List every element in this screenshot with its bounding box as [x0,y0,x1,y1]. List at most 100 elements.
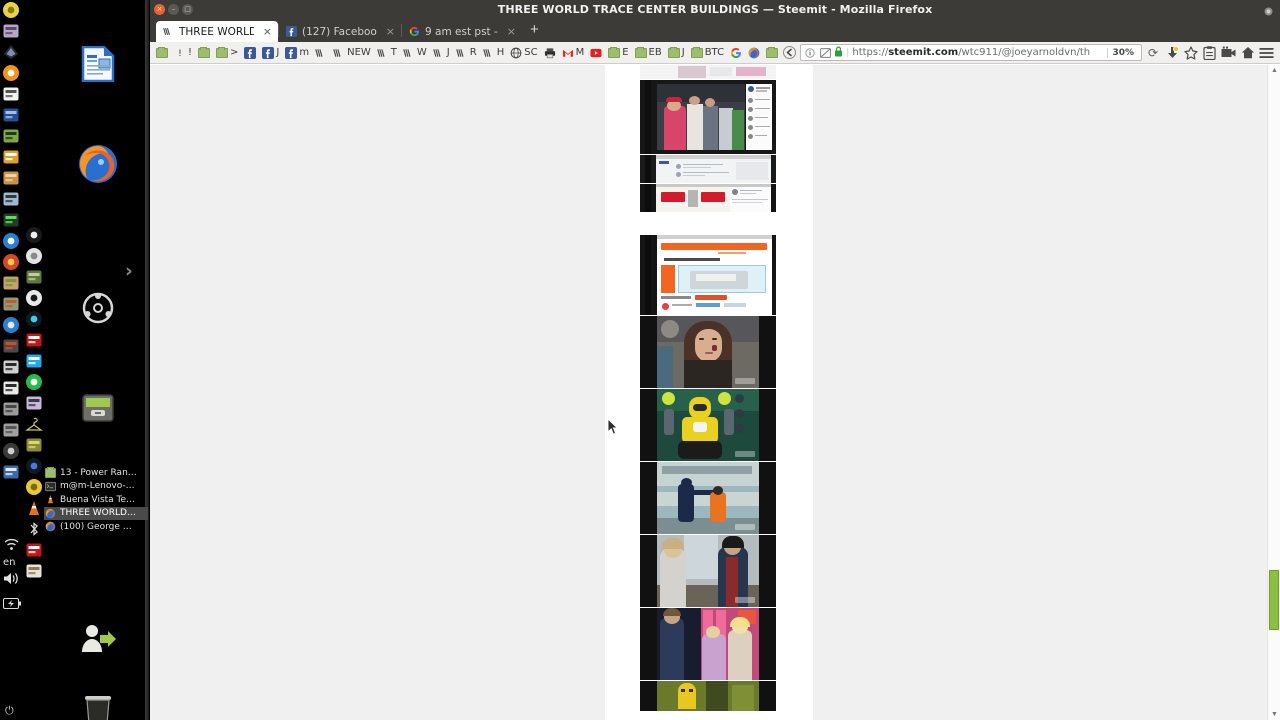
media-player-icon[interactable] [1,231,21,251]
bookmark-item[interactable]: J [259,43,282,62]
bookmark-item[interactable]: G [763,43,780,62]
scanner-icon[interactable] [1,420,21,440]
screen-lock-icon[interactable] [1,357,21,377]
scroll-down-arrow-icon[interactable]: ▼ [1271,711,1278,718]
bitcoin-icon[interactable] [1,63,21,83]
embedded-screenshot-thumb[interactable] [640,235,776,315]
chromium-icon[interactable] [1,315,21,335]
files-manager-icon[interactable] [74,384,122,432]
window-list-item[interactable]: 13 - Power Ran… [44,466,148,480]
vlc-cone-icon[interactable] [24,498,44,518]
bookmark-item[interactable]: m [282,43,312,62]
ubuntu-software-icon[interactable] [74,284,122,332]
bookmark-item[interactable] [727,43,745,62]
moon-globe-icon[interactable] [24,246,44,266]
text-editor-icon[interactable] [1,84,21,104]
library-icon[interactable] [1200,44,1219,62]
react-atom-icon[interactable] [24,309,44,329]
tab-close-button[interactable]: × [259,25,272,38]
bookmark-item[interactable]: T [374,43,400,62]
bookmark-item[interactable]: M [559,43,588,62]
network-card-icon[interactable] [24,267,44,287]
bluetooth-icon[interactable] [24,519,44,539]
page-scrollbar[interactable]: ▲ ▼ [1267,65,1280,720]
power-icon[interactable]: ⏻ [5,705,14,718]
mega-cloud-icon[interactable] [24,351,44,371]
browser-tab[interactable]: 9 am est pst - Google S × [402,21,522,42]
shotwell-icon[interactable] [1,378,21,398]
bookmark-item[interactable] [587,43,605,62]
clothes-hanger-icon[interactable] [24,414,44,434]
bookmark-item[interactable]: R [453,43,480,62]
slider-settings-icon[interactable] [1,462,21,482]
bookmark-item[interactable]: SC [507,43,540,62]
info-icon[interactable] [804,45,816,60]
telegram-icon[interactable] [24,372,44,392]
embedded-video-still[interactable] [640,535,776,607]
tab-close-button[interactable]: × [382,25,395,38]
embedded-screenshot-thumb[interactable] [640,184,776,212]
terminal-green-icon[interactable] [1,126,21,146]
shield-icon[interactable] [819,45,831,60]
browser-tab[interactable]: THREE WORLD TRACE × [156,21,278,42]
scrollbar-thumb[interactable] [1269,570,1279,631]
window-tray-indicator-icon[interactable] [1263,4,1274,16]
volume-icon[interactable] [3,572,20,590]
bookmark-item[interactable]: J [430,43,453,62]
bookmark-item[interactable]: EB [632,43,665,62]
mesh-chat-icon[interactable] [1,21,21,41]
embedded-screenshot-thumb[interactable] [640,65,776,79]
bookmark-item[interactable]: !! [171,43,195,62]
embedded-video-still[interactable] [640,681,776,711]
smiley-yellow-icon[interactable] [24,477,44,497]
maximize-window-button[interactable]: □ [182,4,193,15]
keyboard-layout-indicator[interactable]: en [3,557,16,568]
bookmark-item[interactable] [745,43,763,62]
obs-studio-icon[interactable] [24,225,44,245]
page-viewport[interactable]: ▲ ▼ [150,65,1280,720]
embedded-screenshot-thumb[interactable] [640,80,776,154]
filezilla-icon[interactable] [24,330,44,350]
printer-icon[interactable] [1,399,21,419]
smiley-face-icon[interactable] [1,0,21,20]
home-icon[interactable] [1238,44,1257,62]
deluge-icon[interactable] [1,336,21,356]
browser-tab[interactable]: (127) Facebook × [279,21,401,42]
bookmark-item[interactable] [195,43,213,62]
close-window-button[interactable]: × [154,4,165,15]
embedded-screenshot-thumb[interactable] [640,155,776,183]
bookmark-item[interactable]: W [400,43,430,62]
bookmark-item[interactable] [312,43,330,62]
calculator-icon[interactable] [1,105,21,125]
trash-bin-icon[interactable] [74,684,122,720]
minimize-window-button[interactable]: – [168,4,179,15]
reload-button[interactable]: ⟳ [1144,44,1162,62]
screenshot-camera-icon[interactable] [1,189,21,209]
back-button[interactable] [780,44,798,62]
zoom-level-badge[interactable]: 30% [1107,47,1138,58]
audacity-icon[interactable] [1,252,21,272]
window-list-item[interactable]: (100) George … [44,520,148,534]
bookmark-item[interactable] [541,43,559,62]
wifi-icon[interactable] [4,537,19,555]
logout-user-icon[interactable] [74,614,122,662]
disk-utility-icon[interactable] [24,393,44,413]
webcam-icon[interactable] [24,288,44,308]
bookmark-item[interactable]: E [605,43,631,62]
color-picker-icon[interactable] [1,147,21,167]
hamburger-menu-icon[interactable] [1257,44,1276,62]
filezilla-red-icon[interactable] [24,540,44,560]
gimp-icon[interactable] [1,294,21,314]
bookmark-item[interactable]: H [480,43,508,62]
inkscape-icon[interactable] [1,42,21,62]
file-archive-icon[interactable] [1,273,21,293]
window-tiling-icon[interactable] [1,168,21,188]
new-tab-button[interactable]: + [522,21,547,40]
bookmark-item[interactable]: > [213,43,241,62]
electron-atom-icon[interactable] [24,456,44,476]
window-list-item[interactable]: m@m-Lenovo-… [44,480,148,494]
record-icon[interactable] [1,441,21,461]
bookmark-item[interactable]: NEW [330,43,374,62]
embedded-video-still[interactable] [640,462,776,534]
embedded-video-still[interactable] [640,316,776,388]
